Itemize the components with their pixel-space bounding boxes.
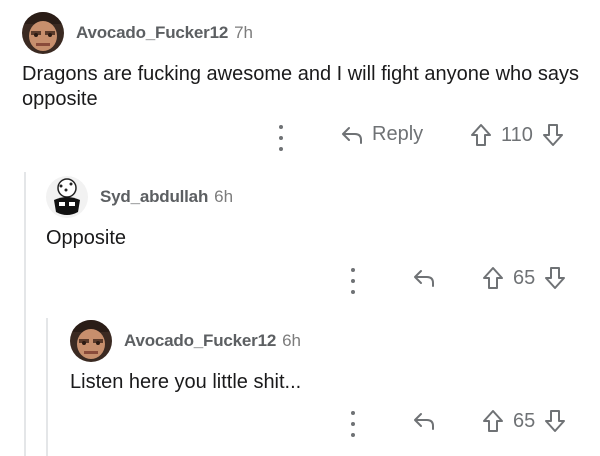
reply-button[interactable] [412,267,436,289]
username[interactable]: Syd_abdullah [100,187,208,207]
comment-body: Dragons are fucking awesome and I will f… [22,63,579,110]
comment-1-header: Avocado_Fucker12 7h [22,12,253,54]
comment-2-header: Syd_abdullah 6h [46,176,233,218]
vote-count: 110 [501,123,533,146]
upvote-arrow-icon[interactable] [470,123,492,147]
vote-controls: 65 [482,409,566,433]
username[interactable]: Avocado_Fucker12 [124,331,276,351]
reply-label: Reply [372,123,424,145]
vote-count: 65 [513,266,536,289]
downvote-arrow-icon[interactable] [544,266,566,290]
timestamp: 6h [282,331,301,350]
vote-controls: 110 [470,123,564,147]
thread-line-level-1[interactable] [24,172,26,456]
comment-body: Listen here you little shit... [70,371,302,393]
vote-count: 65 [513,409,536,432]
upvote-arrow-icon[interactable] [482,409,504,433]
vote-controls: 65 [482,266,566,290]
username[interactable]: Avocado_Fucker12 [76,23,228,43]
face-photo-avatar-icon[interactable] [70,320,112,362]
reply-arrow-icon [342,126,362,144]
comment-body: Opposite [46,227,127,249]
comment-3-header: Avocado_Fucker12 6h [70,320,301,362]
downvote-arrow-icon[interactable] [544,409,566,433]
more-options-icon[interactable] [276,125,286,151]
reply-arrow-icon [414,270,434,287]
thread-line-level-2[interactable] [46,318,48,456]
downvote-arrow-icon[interactable] [542,123,564,147]
more-options-icon[interactable] [348,411,358,437]
face-photo-avatar-icon[interactable] [22,12,64,54]
more-options-icon[interactable] [348,268,358,294]
reply-button[interactable]: Reply [340,123,423,146]
upvote-arrow-icon[interactable] [482,266,504,290]
timestamp: 6h [214,187,234,206]
cartoon-avatar-icon[interactable] [46,176,88,218]
reply-button[interactable] [412,410,436,432]
timestamp: 7h [234,23,253,42]
reply-arrow-icon [414,413,434,430]
